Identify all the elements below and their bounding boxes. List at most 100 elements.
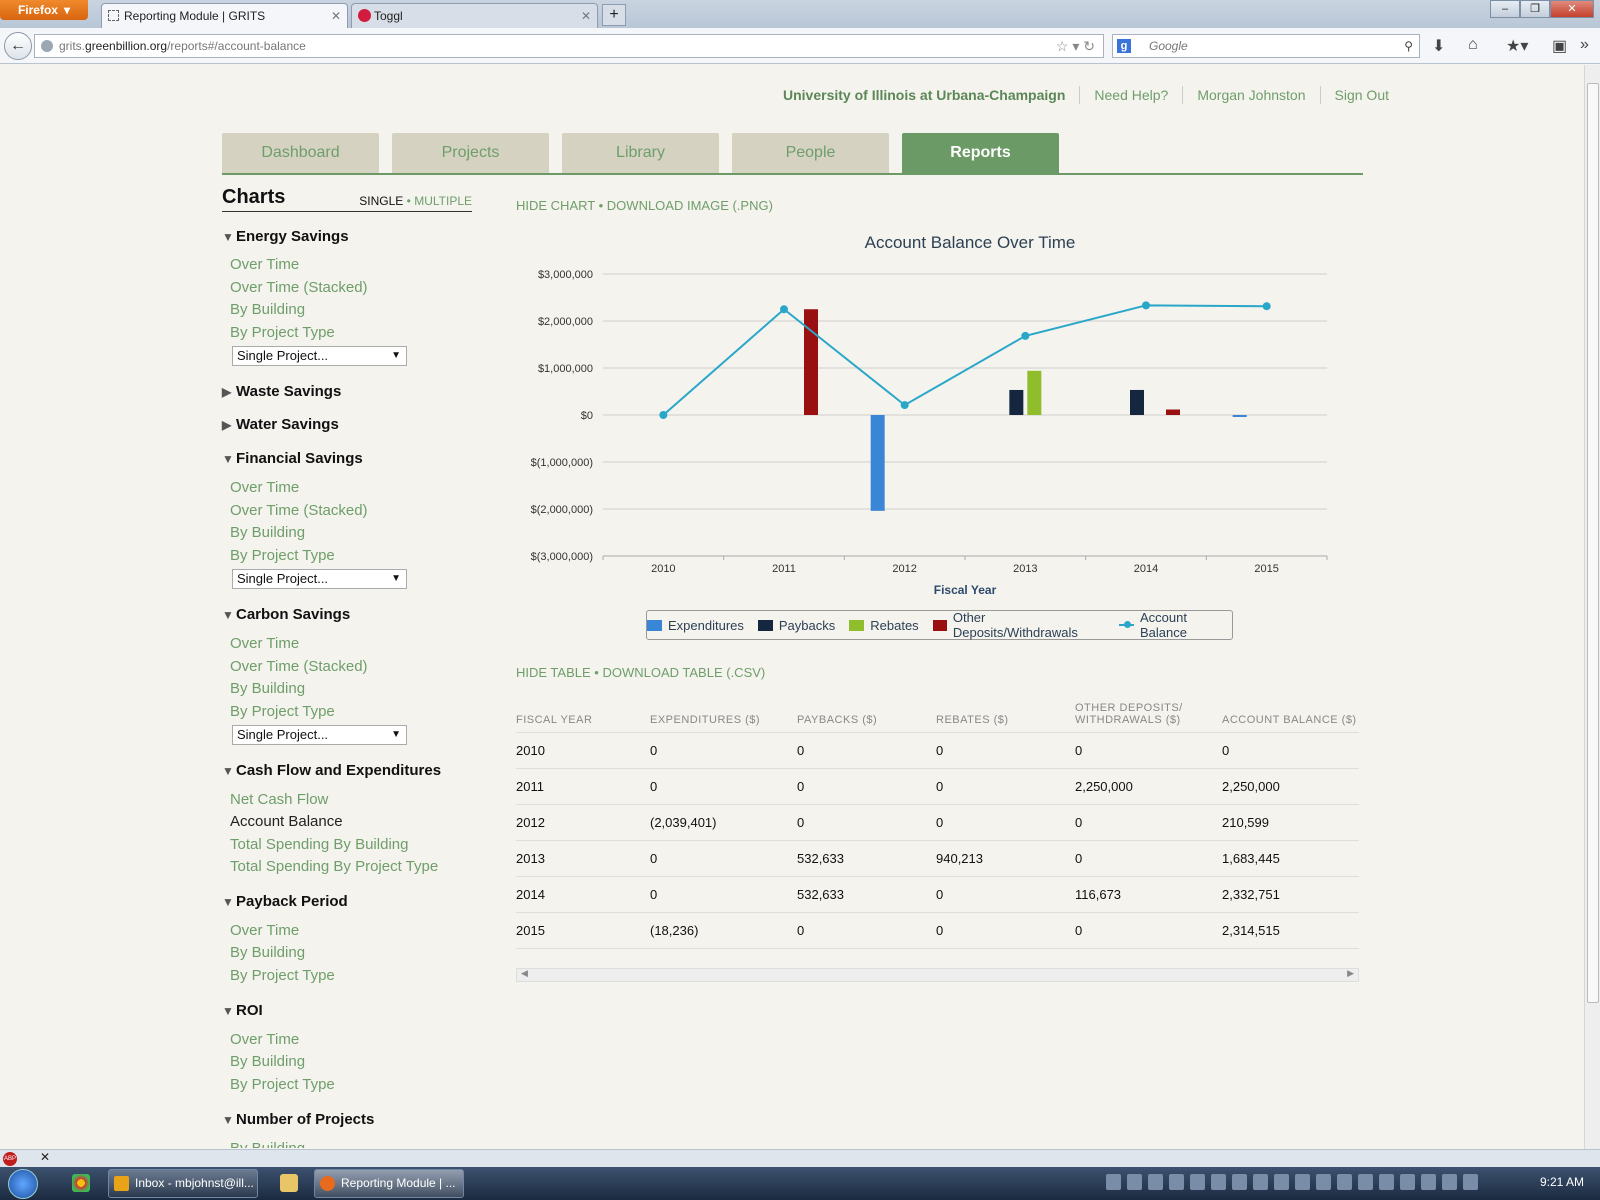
download-image-link[interactable]: DOWNLOAD IMAGE (.PNG): [607, 198, 773, 213]
restore-button[interactable]: ❐: [1520, 0, 1550, 18]
tray-icon[interactable]: [1232, 1174, 1247, 1190]
link-account-balance[interactable]: Account Balance: [230, 813, 343, 830]
search-icon[interactable]: ⚲: [1404, 35, 1413, 57]
clock[interactable]: 9:21 AM: [1540, 1175, 1584, 1189]
download-icon[interactable]: ⬇: [1432, 36, 1445, 56]
link-roi-by-project-type[interactable]: By Project Type: [230, 1076, 335, 1093]
link-energy-over-time-stacked[interactable]: Over Time (Stacked): [230, 279, 368, 296]
energy-project-select[interactable]: Single Project... ▼: [232, 346, 407, 366]
hide-table-link[interactable]: HIDE TABLE: [516, 665, 591, 680]
tray-icon[interactable]: [1421, 1174, 1436, 1190]
tab-library[interactable]: Library: [562, 133, 719, 173]
tray-icon[interactable]: [1169, 1174, 1184, 1190]
taskbar-firefox[interactable]: Reporting Module | ...: [314, 1169, 464, 1198]
link-carbon-by-building[interactable]: By Building: [230, 680, 305, 697]
section-water-savings[interactable]: ▶ Water Savings: [222, 416, 339, 433]
legend-item[interactable]: Paybacks: [757, 618, 835, 633]
new-tab-button[interactable]: +: [602, 4, 626, 26]
tab-projects[interactable]: Projects: [392, 133, 549, 173]
link-total-spending-by-project-type[interactable]: Total Spending By Project Type: [230, 858, 438, 875]
firefox-menu-button[interactable]: Firefox ▾: [0, 0, 88, 20]
legend-item[interactable]: Rebates: [849, 618, 919, 633]
tray-icon[interactable]: [1274, 1174, 1289, 1190]
close-icon[interactable]: ✕: [331, 9, 341, 23]
minimize-button[interactable]: –: [1490, 0, 1520, 18]
signout-link[interactable]: Sign Out: [1319, 86, 1389, 104]
scrollbar-thumb[interactable]: [1587, 83, 1599, 1003]
link-energy-over-time[interactable]: Over Time: [230, 256, 299, 273]
scroll-right-icon[interactable]: ▶: [1347, 968, 1354, 979]
section-energy-savings[interactable]: ▼ Energy Savings: [222, 228, 349, 245]
legend-item[interactable]: Expenditures: [647, 618, 744, 633]
bookmark-star-icon[interactable]: ☆ ▾ ↻: [1056, 35, 1095, 57]
link-net-cash-flow[interactable]: Net Cash Flow: [230, 791, 328, 808]
start-button[interactable]: [8, 1169, 38, 1199]
tray-icon[interactable]: [1211, 1174, 1226, 1190]
tab-dashboard[interactable]: Dashboard: [222, 133, 379, 173]
tray-icon[interactable]: [1379, 1174, 1394, 1190]
legend-item[interactable]: Other Deposits/Withdrawals: [932, 610, 1105, 640]
link-roi-over-time[interactable]: Over Time: [230, 1031, 299, 1048]
page-scrollbar[interactable]: [1584, 65, 1600, 1149]
download-table-link[interactable]: DOWNLOAD TABLE (.CSV): [602, 665, 765, 680]
tray-icon[interactable]: [1358, 1174, 1373, 1190]
home-icon[interactable]: ⌂: [1468, 36, 1478, 54]
link-payback-by-building[interactable]: By Building: [230, 944, 305, 961]
scroll-left-icon[interactable]: ◀: [521, 968, 528, 979]
back-button[interactable]: ←: [4, 32, 32, 60]
tray-icon[interactable]: [1190, 1174, 1205, 1190]
link-payback-over-time[interactable]: Over Time: [230, 922, 299, 939]
tray-icon[interactable]: [1400, 1174, 1415, 1190]
search-box[interactable]: g Google ⚲: [1112, 34, 1420, 58]
tab-people[interactable]: People: [732, 133, 889, 173]
address-bar[interactable]: grits.greenbillion.org/reports#/account-…: [34, 34, 1104, 58]
section-roi[interactable]: ▼ ROI: [222, 1002, 263, 1019]
link-energy-by-building[interactable]: By Building: [230, 301, 305, 318]
link-total-spending-by-building[interactable]: Total Spending By Building: [230, 836, 408, 853]
section-financial-savings[interactable]: ▼ Financial Savings: [222, 450, 363, 467]
link-carbon-over-time-stacked[interactable]: Over Time (Stacked): [230, 658, 368, 675]
taskbar-outlook[interactable]: Inbox - mbjohnst@ill...: [108, 1169, 258, 1198]
menu-icon[interactable]: »: [1580, 36, 1589, 54]
tray-icon[interactable]: [1127, 1174, 1142, 1190]
close-icon[interactable]: ✕: [581, 9, 591, 23]
link-financial-by-building[interactable]: By Building: [230, 524, 305, 541]
section-cash-flow[interactable]: ▼ Cash Flow and Expenditures: [222, 762, 441, 779]
link-financial-by-project-type[interactable]: By Project Type: [230, 547, 335, 564]
section-carbon-savings[interactable]: ▼ Carbon Savings: [222, 606, 350, 623]
tray-icon[interactable]: [1463, 1174, 1478, 1190]
close-icon[interactable]: ✕: [40, 1150, 50, 1164]
tray-icon[interactable]: [1148, 1174, 1163, 1190]
mode-single[interactable]: SINGLE: [359, 194, 403, 208]
link-financial-over-time[interactable]: Over Time: [230, 479, 299, 496]
link-payback-by-project-type[interactable]: By Project Type: [230, 967, 335, 984]
section-number-of-projects[interactable]: ▼ Number of Projects: [222, 1111, 374, 1128]
link-financial-over-time-stacked[interactable]: Over Time (Stacked): [230, 502, 368, 519]
adblock-icon[interactable]: ABP: [3, 1152, 17, 1166]
legend-item[interactable]: Account Balance: [1118, 610, 1232, 640]
section-waste-savings[interactable]: ▶ Waste Savings: [222, 383, 341, 400]
browser-tab-toggl[interactable]: Toggl ✕: [351, 3, 598, 28]
close-window-button[interactable]: ✕: [1550, 0, 1594, 18]
link-carbon-over-time[interactable]: Over Time: [230, 635, 299, 652]
tray-icon[interactable]: [1442, 1174, 1457, 1190]
link-carbon-by-project-type[interactable]: By Project Type: [230, 703, 335, 720]
folder-icon[interactable]: [280, 1174, 298, 1192]
table-horizontal-scrollbar[interactable]: ◀ ▶: [516, 968, 1359, 982]
link-roi-by-building[interactable]: By Building: [230, 1053, 305, 1070]
tray-icon[interactable]: [1337, 1174, 1352, 1190]
section-payback-period[interactable]: ▼ Payback Period: [222, 893, 348, 910]
tray-icon[interactable]: [1253, 1174, 1268, 1190]
chrome-icon[interactable]: [72, 1174, 90, 1192]
tab-reports[interactable]: Reports: [902, 133, 1059, 173]
tray-icon[interactable]: [1316, 1174, 1331, 1190]
hide-chart-link[interactable]: HIDE CHART: [516, 198, 595, 213]
bookmarks-icon[interactable]: ★▾: [1506, 36, 1528, 56]
financial-project-select[interactable]: Single Project... ▼: [232, 569, 407, 589]
tray-icon[interactable]: [1106, 1174, 1121, 1190]
mode-multiple[interactable]: MULTIPLE: [414, 194, 472, 208]
addon-icon[interactable]: ▣: [1552, 36, 1567, 56]
help-link[interactable]: Need Help?: [1079, 86, 1182, 104]
browser-tab-reporting[interactable]: Reporting Module | GRITS ✕: [101, 3, 348, 28]
carbon-project-select[interactable]: Single Project... ▼: [232, 725, 407, 745]
